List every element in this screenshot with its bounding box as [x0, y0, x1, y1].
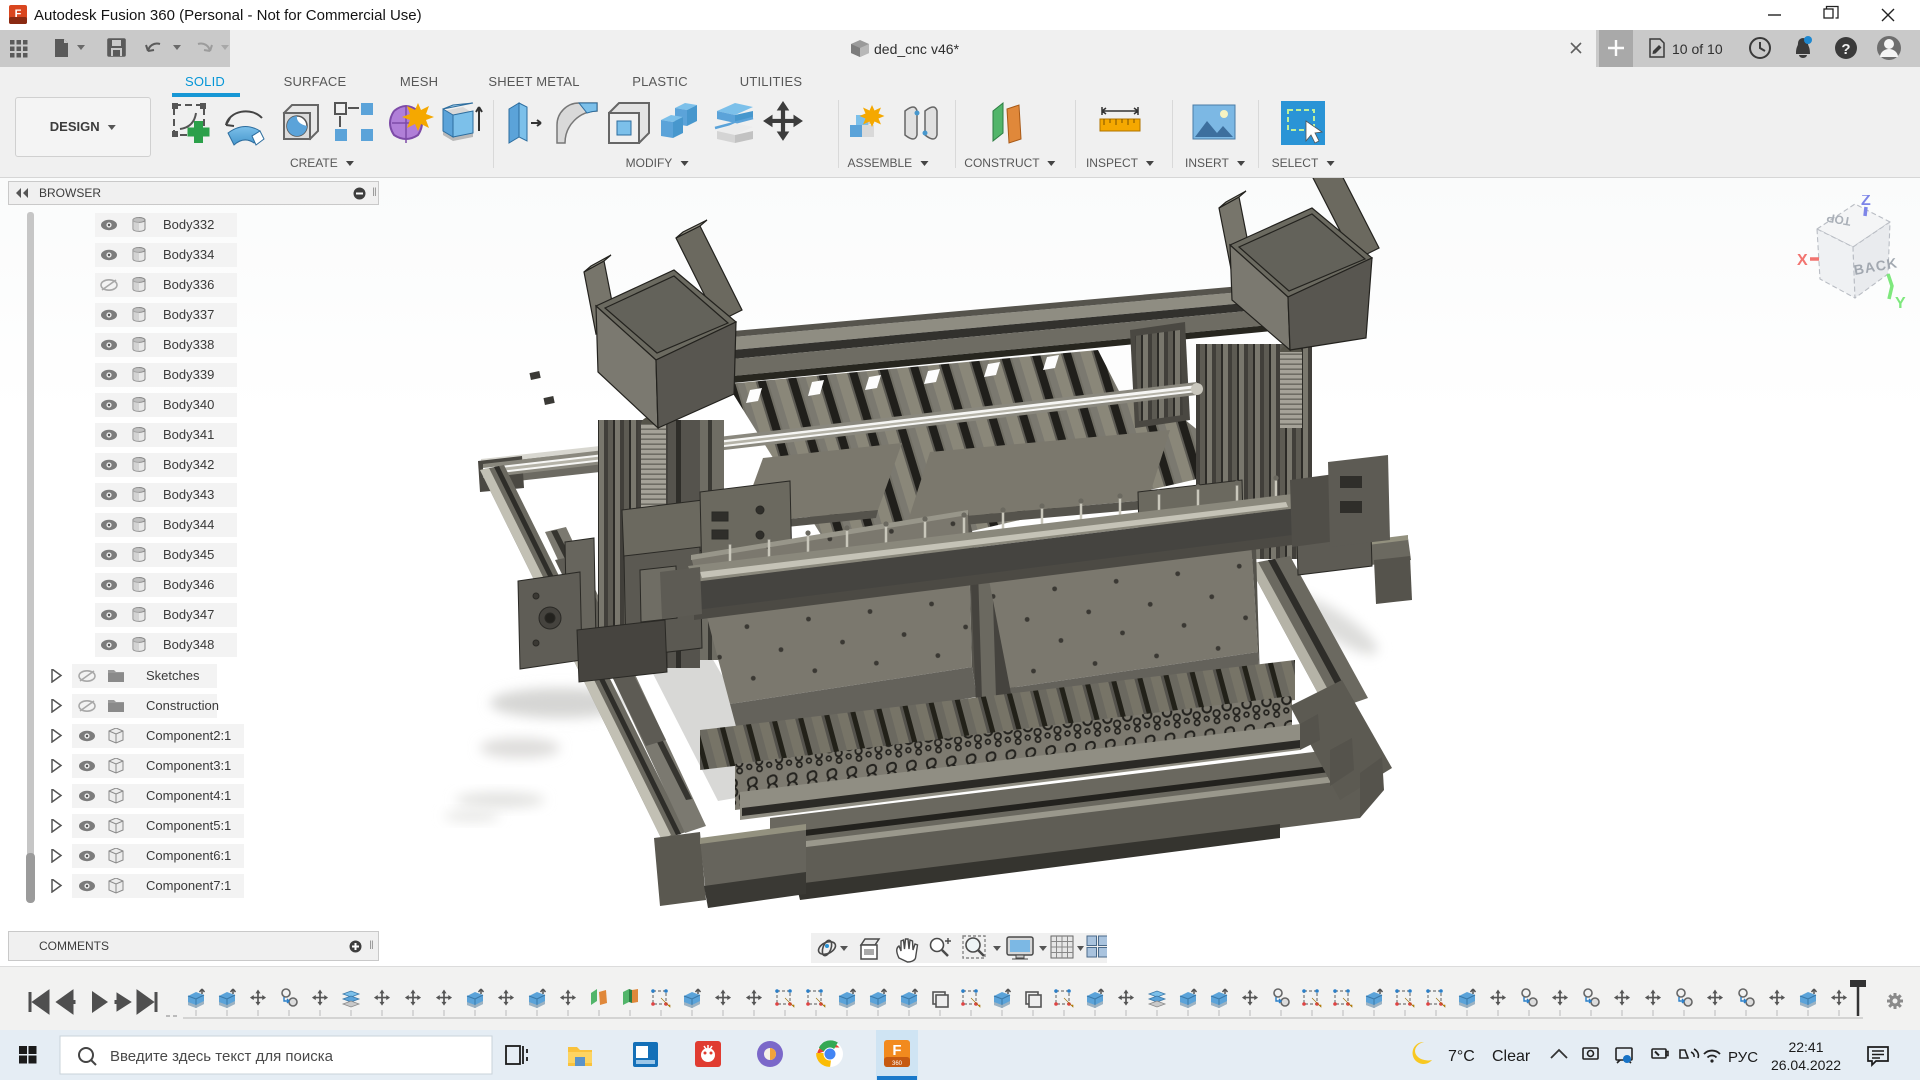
svg-text:7°C: 7°C	[1448, 1048, 1475, 1065]
svg-text:22:41: 22:41	[1788, 1039, 1823, 1055]
svg-text:F: F	[892, 1042, 901, 1059]
svg-text:РУС: РУС	[1728, 1049, 1758, 1066]
svg-text:26.04.2022: 26.04.2022	[1771, 1057, 1841, 1073]
svg-text:360: 360	[892, 1061, 903, 1067]
svg-text:Y: Y	[1895, 295, 1906, 310]
svg-text:v46*: v46*	[931, 41, 960, 57]
svg-text:Clear: Clear	[1492, 1048, 1531, 1065]
svg-text:X: X	[1797, 252, 1808, 269]
svg-text:Введите здесь текст для поиска: Введите здесь текст для поиска	[110, 1048, 334, 1065]
svg-text:10 of 10: 10 of 10	[1672, 41, 1723, 57]
svg-text:F: F	[15, 8, 22, 20]
svg-text:?: ?	[1841, 41, 1850, 58]
svg-text:ded_cnc: ded_cnc	[874, 41, 927, 57]
svg-text:Z: Z	[1861, 195, 1871, 209]
